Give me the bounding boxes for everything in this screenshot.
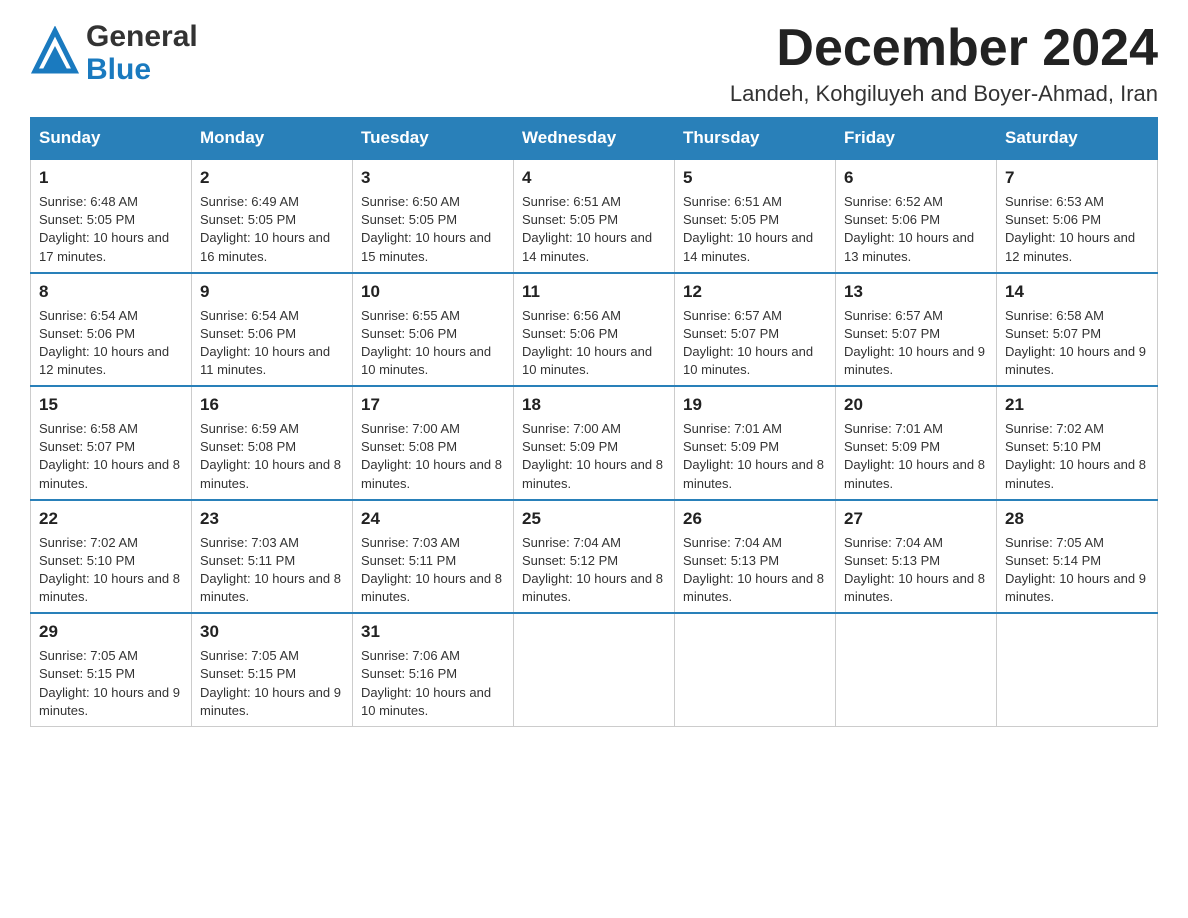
empty-cell-w4-4 bbox=[675, 613, 836, 726]
day-cell-14: 14Sunrise: 6:58 AMSunset: 5:07 PMDayligh… bbox=[997, 273, 1158, 387]
day-number: 17 bbox=[361, 393, 505, 417]
day-number: 7 bbox=[1005, 166, 1149, 190]
day-cell-4: 4Sunrise: 6:51 AMSunset: 5:05 PMDaylight… bbox=[514, 159, 675, 273]
day-cell-8: 8Sunrise: 6:54 AMSunset: 5:06 PMDaylight… bbox=[31, 273, 192, 387]
day-number: 11 bbox=[522, 280, 666, 304]
day-number: 3 bbox=[361, 166, 505, 190]
header-wednesday: Wednesday bbox=[514, 118, 675, 160]
day-number: 9 bbox=[200, 280, 344, 304]
day-cell-20: 20Sunrise: 7:01 AMSunset: 5:09 PMDayligh… bbox=[836, 386, 997, 500]
header-thursday: Thursday bbox=[675, 118, 836, 160]
day-number: 18 bbox=[522, 393, 666, 417]
location-title: Landeh, Kohgiluyeh and Boyer-Ahmad, Iran bbox=[730, 81, 1158, 107]
day-cell-30: 30Sunrise: 7:05 AMSunset: 5:15 PMDayligh… bbox=[192, 613, 353, 726]
day-number: 25 bbox=[522, 507, 666, 531]
week-row-4: 22Sunrise: 7:02 AMSunset: 5:10 PMDayligh… bbox=[31, 500, 1158, 614]
day-number: 8 bbox=[39, 280, 183, 304]
day-cell-21: 21Sunrise: 7:02 AMSunset: 5:10 PMDayligh… bbox=[997, 386, 1158, 500]
logo-general-text: General bbox=[86, 20, 198, 53]
calendar-table: SundayMondayTuesdayWednesdayThursdayFrid… bbox=[30, 117, 1158, 727]
day-number: 23 bbox=[200, 507, 344, 531]
day-cell-29: 29Sunrise: 7:05 AMSunset: 5:15 PMDayligh… bbox=[31, 613, 192, 726]
day-number: 16 bbox=[200, 393, 344, 417]
day-number: 29 bbox=[39, 620, 183, 644]
day-cell-1: 1Sunrise: 6:48 AMSunset: 5:05 PMDaylight… bbox=[31, 159, 192, 273]
week-row-3: 15Sunrise: 6:58 AMSunset: 5:07 PMDayligh… bbox=[31, 386, 1158, 500]
day-cell-24: 24Sunrise: 7:03 AMSunset: 5:11 PMDayligh… bbox=[353, 500, 514, 614]
header-monday: Monday bbox=[192, 118, 353, 160]
empty-cell-w4-6 bbox=[997, 613, 1158, 726]
day-number: 15 bbox=[39, 393, 183, 417]
day-cell-2: 2Sunrise: 6:49 AMSunset: 5:05 PMDaylight… bbox=[192, 159, 353, 273]
week-row-1: 1Sunrise: 6:48 AMSunset: 5:05 PMDaylight… bbox=[31, 159, 1158, 273]
day-number: 5 bbox=[683, 166, 827, 190]
day-number: 22 bbox=[39, 507, 183, 531]
day-cell-15: 15Sunrise: 6:58 AMSunset: 5:07 PMDayligh… bbox=[31, 386, 192, 500]
logo: General Blue bbox=[30, 20, 198, 86]
day-cell-26: 26Sunrise: 7:04 AMSunset: 5:13 PMDayligh… bbox=[675, 500, 836, 614]
day-cell-7: 7Sunrise: 6:53 AMSunset: 5:06 PMDaylight… bbox=[997, 159, 1158, 273]
day-number: 19 bbox=[683, 393, 827, 417]
day-number: 14 bbox=[1005, 280, 1149, 304]
day-number: 21 bbox=[1005, 393, 1149, 417]
header-tuesday: Tuesday bbox=[353, 118, 514, 160]
day-number: 30 bbox=[200, 620, 344, 644]
day-cell-23: 23Sunrise: 7:03 AMSunset: 5:11 PMDayligh… bbox=[192, 500, 353, 614]
empty-cell-w4-3 bbox=[514, 613, 675, 726]
header-friday: Friday bbox=[836, 118, 997, 160]
day-number: 4 bbox=[522, 166, 666, 190]
header-sunday: Sunday bbox=[31, 118, 192, 160]
day-cell-28: 28Sunrise: 7:05 AMSunset: 5:14 PMDayligh… bbox=[997, 500, 1158, 614]
day-cell-18: 18Sunrise: 7:00 AMSunset: 5:09 PMDayligh… bbox=[514, 386, 675, 500]
day-cell-19: 19Sunrise: 7:01 AMSunset: 5:09 PMDayligh… bbox=[675, 386, 836, 500]
day-cell-5: 5Sunrise: 6:51 AMSunset: 5:05 PMDaylight… bbox=[675, 159, 836, 273]
weekday-header-row: SundayMondayTuesdayWednesdayThursdayFrid… bbox=[31, 118, 1158, 160]
week-row-2: 8Sunrise: 6:54 AMSunset: 5:06 PMDaylight… bbox=[31, 273, 1158, 387]
day-cell-10: 10Sunrise: 6:55 AMSunset: 5:06 PMDayligh… bbox=[353, 273, 514, 387]
day-cell-3: 3Sunrise: 6:50 AMSunset: 5:05 PMDaylight… bbox=[353, 159, 514, 273]
day-cell-27: 27Sunrise: 7:04 AMSunset: 5:13 PMDayligh… bbox=[836, 500, 997, 614]
day-cell-11: 11Sunrise: 6:56 AMSunset: 5:06 PMDayligh… bbox=[514, 273, 675, 387]
month-title: December 2024 bbox=[730, 20, 1158, 77]
day-number: 27 bbox=[844, 507, 988, 531]
day-cell-6: 6Sunrise: 6:52 AMSunset: 5:06 PMDaylight… bbox=[836, 159, 997, 273]
day-cell-16: 16Sunrise: 6:59 AMSunset: 5:08 PMDayligh… bbox=[192, 386, 353, 500]
day-cell-25: 25Sunrise: 7:04 AMSunset: 5:12 PMDayligh… bbox=[514, 500, 675, 614]
day-number: 2 bbox=[200, 166, 344, 190]
day-number: 10 bbox=[361, 280, 505, 304]
day-number: 12 bbox=[683, 280, 827, 304]
logo-blue-text: Blue bbox=[86, 53, 198, 86]
empty-cell-w4-5 bbox=[836, 613, 997, 726]
logo-icon bbox=[30, 26, 80, 81]
day-cell-22: 22Sunrise: 7:02 AMSunset: 5:10 PMDayligh… bbox=[31, 500, 192, 614]
day-number: 6 bbox=[844, 166, 988, 190]
day-number: 20 bbox=[844, 393, 988, 417]
day-cell-17: 17Sunrise: 7:00 AMSunset: 5:08 PMDayligh… bbox=[353, 386, 514, 500]
header-saturday: Saturday bbox=[997, 118, 1158, 160]
day-cell-31: 31Sunrise: 7:06 AMSunset: 5:16 PMDayligh… bbox=[353, 613, 514, 726]
logo-text: General Blue bbox=[86, 20, 198, 86]
day-number: 26 bbox=[683, 507, 827, 531]
page-header: General Blue December 2024 Landeh, Kohgi… bbox=[30, 20, 1158, 107]
day-cell-12: 12Sunrise: 6:57 AMSunset: 5:07 PMDayligh… bbox=[675, 273, 836, 387]
day-number: 13 bbox=[844, 280, 988, 304]
day-number: 1 bbox=[39, 166, 183, 190]
day-number: 28 bbox=[1005, 507, 1149, 531]
day-cell-13: 13Sunrise: 6:57 AMSunset: 5:07 PMDayligh… bbox=[836, 273, 997, 387]
week-row-5: 29Sunrise: 7:05 AMSunset: 5:15 PMDayligh… bbox=[31, 613, 1158, 726]
day-number: 31 bbox=[361, 620, 505, 644]
day-cell-9: 9Sunrise: 6:54 AMSunset: 5:06 PMDaylight… bbox=[192, 273, 353, 387]
day-number: 24 bbox=[361, 507, 505, 531]
title-section: December 2024 Landeh, Kohgiluyeh and Boy… bbox=[730, 20, 1158, 107]
